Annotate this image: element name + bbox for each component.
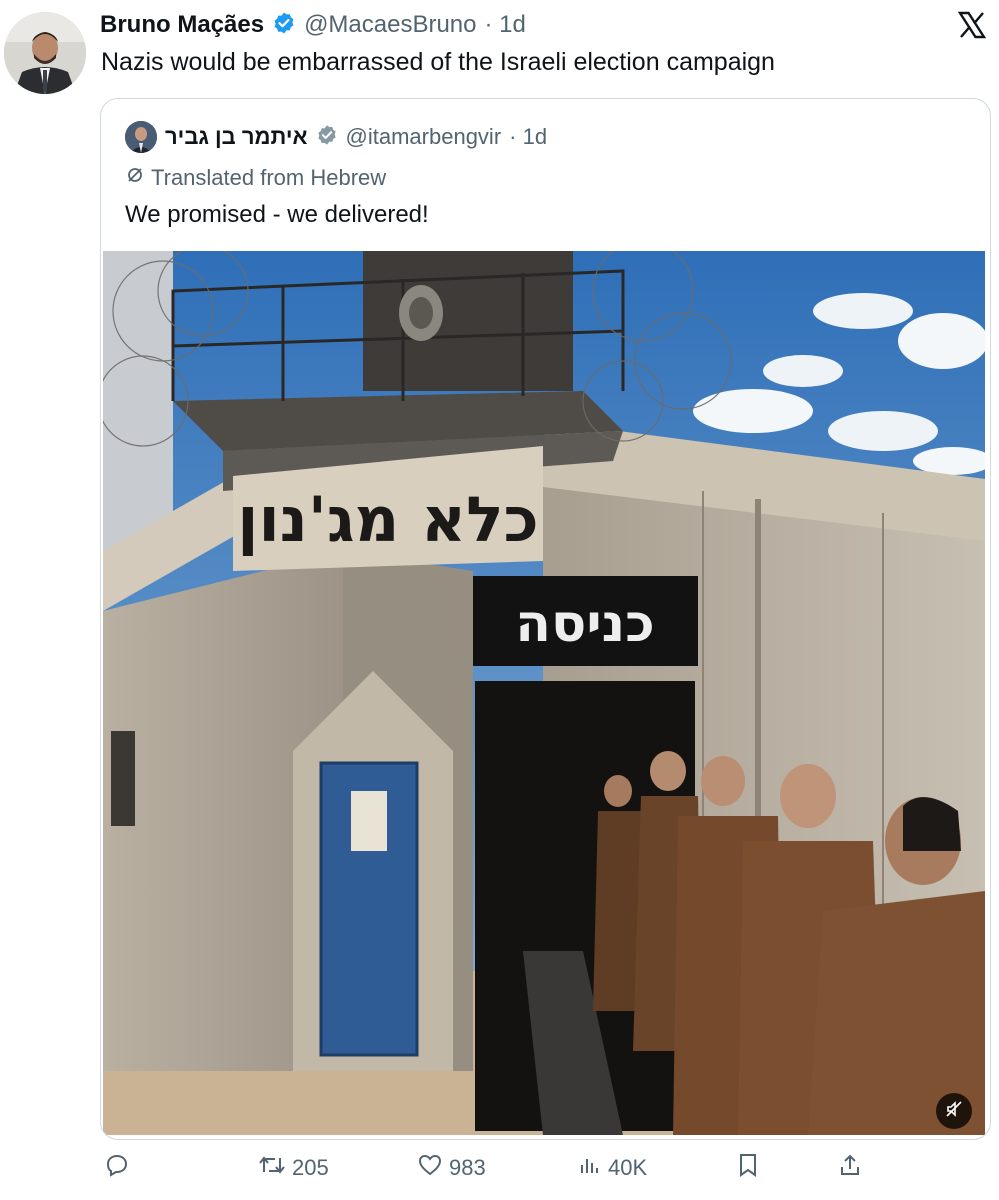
verified-badge-icon bbox=[316, 124, 338, 151]
x-logo-icon bbox=[957, 10, 987, 40]
mute-button[interactable] bbox=[936, 1093, 972, 1129]
mute-icon bbox=[944, 1099, 964, 1124]
retweet-count: 205 bbox=[292, 1155, 329, 1180]
reply-icon bbox=[104, 1152, 130, 1184]
translated-label-row[interactable]: Translated from Hebrew bbox=[125, 165, 386, 191]
share-button[interactable] bbox=[838, 1150, 862, 1186]
quoted-author-name[interactable]: איתמר בן גביר bbox=[165, 124, 308, 150]
bookmark-button[interactable] bbox=[736, 1150, 760, 1186]
tweet-time[interactable]: · 1d bbox=[485, 11, 526, 39]
views-count: 40K bbox=[608, 1155, 648, 1180]
cloud bbox=[813, 293, 913, 329]
author-name[interactable]: Bruno Maçães bbox=[100, 11, 264, 39]
verified-badge-icon bbox=[272, 11, 296, 40]
quoted-author-handle[interactable]: @itamarbengvir bbox=[346, 124, 502, 150]
translate-icon bbox=[125, 165, 145, 191]
quoted-author-avatar[interactable] bbox=[125, 121, 157, 153]
author-handle[interactable]: @MacaesBruno bbox=[304, 11, 476, 39]
quoted-tweet-text: We promised - we delivered! bbox=[125, 201, 429, 228]
retweet-button[interactable]: 205 bbox=[258, 1150, 329, 1186]
quoted-media-image[interactable]: כלא מג'נון כניסה bbox=[103, 251, 985, 1135]
share-icon bbox=[838, 1152, 862, 1184]
like-count: 983 bbox=[449, 1155, 486, 1180]
tweet-actions-bar: 205 983 40K bbox=[0, 1148, 999, 1188]
quoted-tweet-card[interactable]: איתמר בן גביר @itamarbengvir · 1d Transl… bbox=[100, 98, 991, 1140]
tweet-text: Nazis would be embarrassed of the Israel… bbox=[101, 48, 775, 76]
sign-top-text: כלא מג'נון bbox=[237, 483, 539, 556]
bookmark-icon bbox=[736, 1152, 760, 1184]
views-button[interactable]: 40K bbox=[578, 1150, 647, 1186]
views-icon bbox=[578, 1153, 602, 1183]
author-avatar[interactable] bbox=[4, 12, 86, 94]
sign-entrance-text: כניסה bbox=[515, 594, 654, 654]
like-button[interactable]: 983 bbox=[417, 1150, 486, 1186]
retweet-icon bbox=[258, 1152, 286, 1184]
translated-label: Translated from Hebrew bbox=[151, 165, 387, 190]
reply-button[interactable] bbox=[104, 1150, 130, 1186]
like-icon bbox=[417, 1152, 443, 1184]
quoted-tweet-time[interactable]: · 1d bbox=[509, 124, 547, 150]
